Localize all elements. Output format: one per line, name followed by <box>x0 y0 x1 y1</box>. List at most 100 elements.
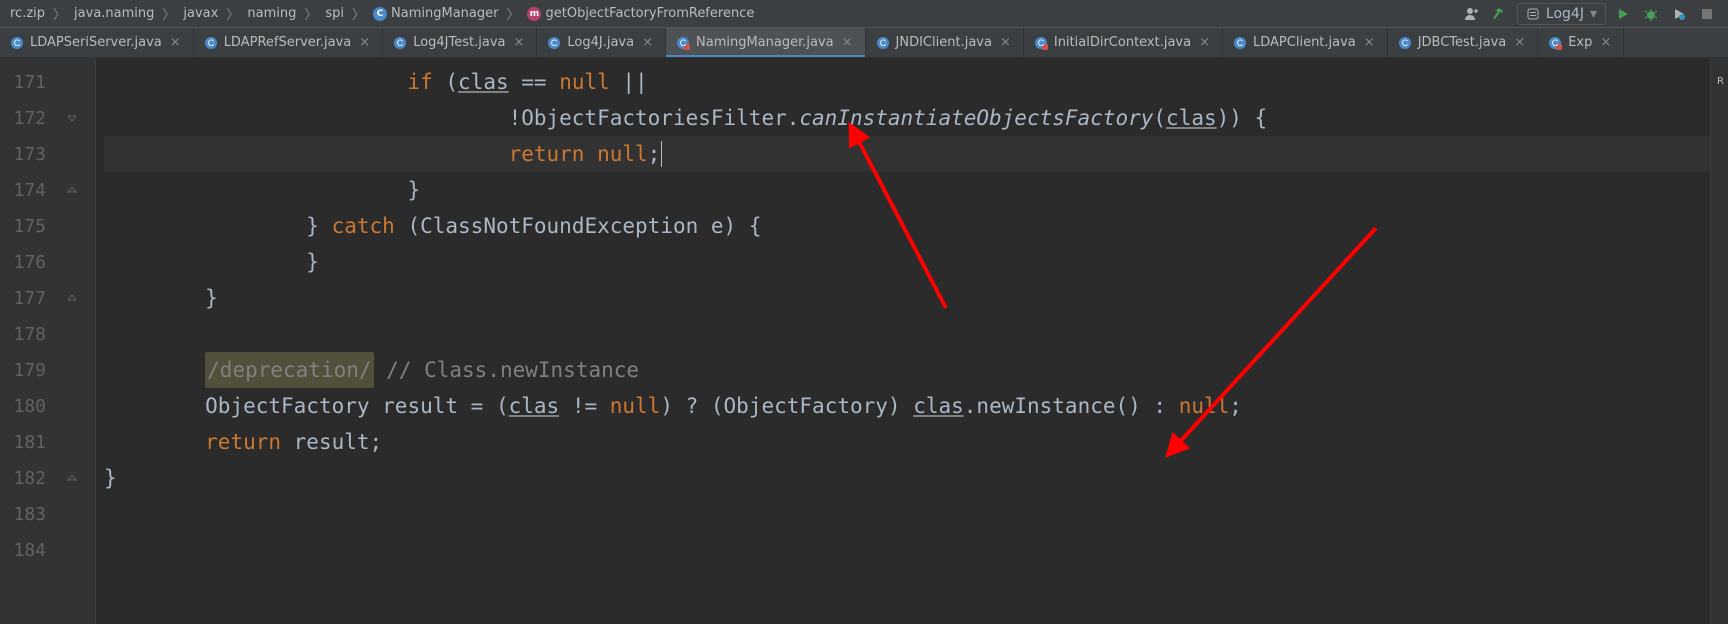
code-token: } <box>205 280 218 316</box>
code-token: ; <box>1229 388 1242 424</box>
line-number: 179 <box>0 360 54 381</box>
run-coverage-icon[interactable] <box>1668 3 1690 25</box>
debug-icon[interactable] <box>1640 3 1662 25</box>
build-icon[interactable] <box>1489 3 1511 25</box>
gutter-row[interactable]: 179 <box>0 352 95 388</box>
class-file-icon: C <box>876 36 890 50</box>
code-line[interactable]: } <box>104 172 1710 208</box>
gutter-row[interactable]: 177 <box>0 280 95 316</box>
chevron-right-icon: 〉 <box>302 4 319 23</box>
code-area[interactable]: if (clas == null || !ObjectFactoriesFilt… <box>96 58 1710 624</box>
gutter-row[interactable]: 176 <box>0 244 95 280</box>
gutter-row[interactable]: 178 <box>0 316 95 352</box>
config-icon <box>1526 7 1540 21</box>
code-line[interactable]: ObjectFactory result = (clas != null) ? … <box>104 388 1710 424</box>
editor-tab[interactable]: C LDAPClient.java × <box>1223 28 1388 57</box>
code-line[interactable]: return null; <box>104 136 1710 172</box>
svg-text:C: C <box>1038 38 1045 48</box>
tab-label: LDAPClient.java <box>1253 35 1356 50</box>
code-token: ) ? (ObjectFactory) <box>660 388 913 424</box>
code-token: .newInstance() : <box>964 388 1179 424</box>
code-line[interactable]: !ObjectFactoriesFilter.canInstantiateObj… <box>104 100 1710 136</box>
breadcrumb-label: spi <box>325 6 344 21</box>
tab-label: InitialDirContext.java <box>1054 35 1191 50</box>
breadcrumb: rc.zip〉java.naming〉javax〉naming〉spi〉CNam… <box>4 4 1461 23</box>
locked-class-file-icon: C <box>1034 36 1048 50</box>
gutter-row[interactable]: 184 <box>0 532 95 568</box>
code-line[interactable]: } <box>104 280 1710 316</box>
locked-class-file-icon: C <box>676 36 690 50</box>
code-line[interactable]: return result; <box>104 424 1710 460</box>
add-user-icon[interactable] <box>1461 3 1483 25</box>
code-line[interactable]: } catch (ClassNotFoundException e) { <box>104 208 1710 244</box>
editor-tab[interactable]: CLDAPSeriServer.java× <box>0 28 194 57</box>
gutter-row[interactable]: 171 <box>0 64 95 100</box>
class-file-icon: C <box>1233 36 1247 50</box>
code-line[interactable]: } <box>104 460 1710 496</box>
close-icon[interactable]: × <box>1598 36 1613 49</box>
gutter-row[interactable]: 182 <box>0 460 95 496</box>
code-token: } <box>407 172 420 208</box>
tab-label: JNDIClient.java <box>896 35 992 50</box>
gutter-row[interactable]: 173 <box>0 136 95 172</box>
fold-mark-icon[interactable] <box>54 292 90 304</box>
editor-tab[interactable]: C JNDIClient.java × <box>866 28 1024 57</box>
gutter-row[interactable]: 180 <box>0 388 95 424</box>
gutter-row[interactable]: 174 <box>0 172 95 208</box>
code-line[interactable] <box>104 496 1710 532</box>
run-config-selector[interactable]: Log4J ▾ <box>1517 3 1606 25</box>
close-icon[interactable]: × <box>840 36 855 49</box>
close-icon[interactable]: × <box>1512 36 1527 49</box>
fold-mark-icon[interactable] <box>54 112 90 124</box>
gutter-row[interactable]: 181 <box>0 424 95 460</box>
breadcrumb-item[interactable]: javax <box>177 4 224 23</box>
editor-tab[interactable]: C InitialDirContext.java × <box>1024 28 1223 57</box>
stop-icon[interactable] <box>1696 3 1718 25</box>
tab-label: NamingManager.java <box>696 35 834 50</box>
chevron-right-icon: 〉 <box>224 4 241 23</box>
editor-tab[interactable]: C NamingManager.java × <box>666 28 866 57</box>
close-icon[interactable]: × <box>640 36 655 49</box>
editor-tab[interactable]: CLog4JTest.java× <box>383 28 537 57</box>
breadcrumb-item[interactable]: mgetObjectFactoryFromReference <box>521 4 760 23</box>
code-line[interactable] <box>104 316 1710 352</box>
fold-mark-icon[interactable] <box>54 184 90 196</box>
gutter-row[interactable]: 175 <box>0 208 95 244</box>
code-token: null <box>610 388 661 424</box>
close-icon[interactable]: × <box>168 36 183 49</box>
close-icon[interactable]: × <box>357 36 372 49</box>
line-number: 175 <box>0 216 54 237</box>
code-line[interactable] <box>104 532 1710 568</box>
editor-tab[interactable]: CExp× <box>1538 28 1624 57</box>
breadcrumb-item[interactable]: rc.zip <box>4 4 51 23</box>
class-file-icon: C <box>10 36 24 50</box>
breadcrumb-item[interactable]: java.naming <box>68 4 160 23</box>
editor-tab[interactable]: CJDBCTest.java× <box>1388 28 1539 57</box>
code-token: result; <box>281 424 382 460</box>
gutter-row[interactable]: 172 <box>0 100 95 136</box>
code-token: null <box>597 136 648 172</box>
gutter-row[interactable]: 183 <box>0 496 95 532</box>
code-token <box>584 136 597 172</box>
svg-text:C: C <box>207 38 214 48</box>
fold-mark-icon[interactable] <box>54 472 90 484</box>
code-line[interactable]: if (clas == null || <box>104 64 1710 100</box>
close-icon[interactable]: × <box>998 36 1013 49</box>
breadcrumb-item[interactable]: naming <box>241 4 302 23</box>
close-icon[interactable]: × <box>1362 36 1377 49</box>
class-file-icon: C <box>204 36 218 50</box>
code-line[interactable]: } <box>104 244 1710 280</box>
code-line[interactable]: /deprecation/ // Class.newInstance <box>104 352 1710 388</box>
tab-label: Log4JTest.java <box>413 35 505 50</box>
run-icon[interactable] <box>1612 3 1634 25</box>
breadcrumb-item[interactable]: CNamingManager <box>367 4 504 23</box>
line-number: 171 <box>0 72 54 93</box>
close-icon[interactable]: × <box>1197 36 1212 49</box>
code-token: } <box>306 208 331 244</box>
code-token: } <box>306 244 319 280</box>
close-icon[interactable]: × <box>511 36 526 49</box>
editor-tab[interactable]: CLDAPRefServer.java× <box>194 28 384 57</box>
breadcrumb-item[interactable]: spi <box>319 4 350 23</box>
editor-tab[interactable]: CLog4J.java× <box>537 28 666 57</box>
chevron-right-icon: 〉 <box>504 4 521 23</box>
